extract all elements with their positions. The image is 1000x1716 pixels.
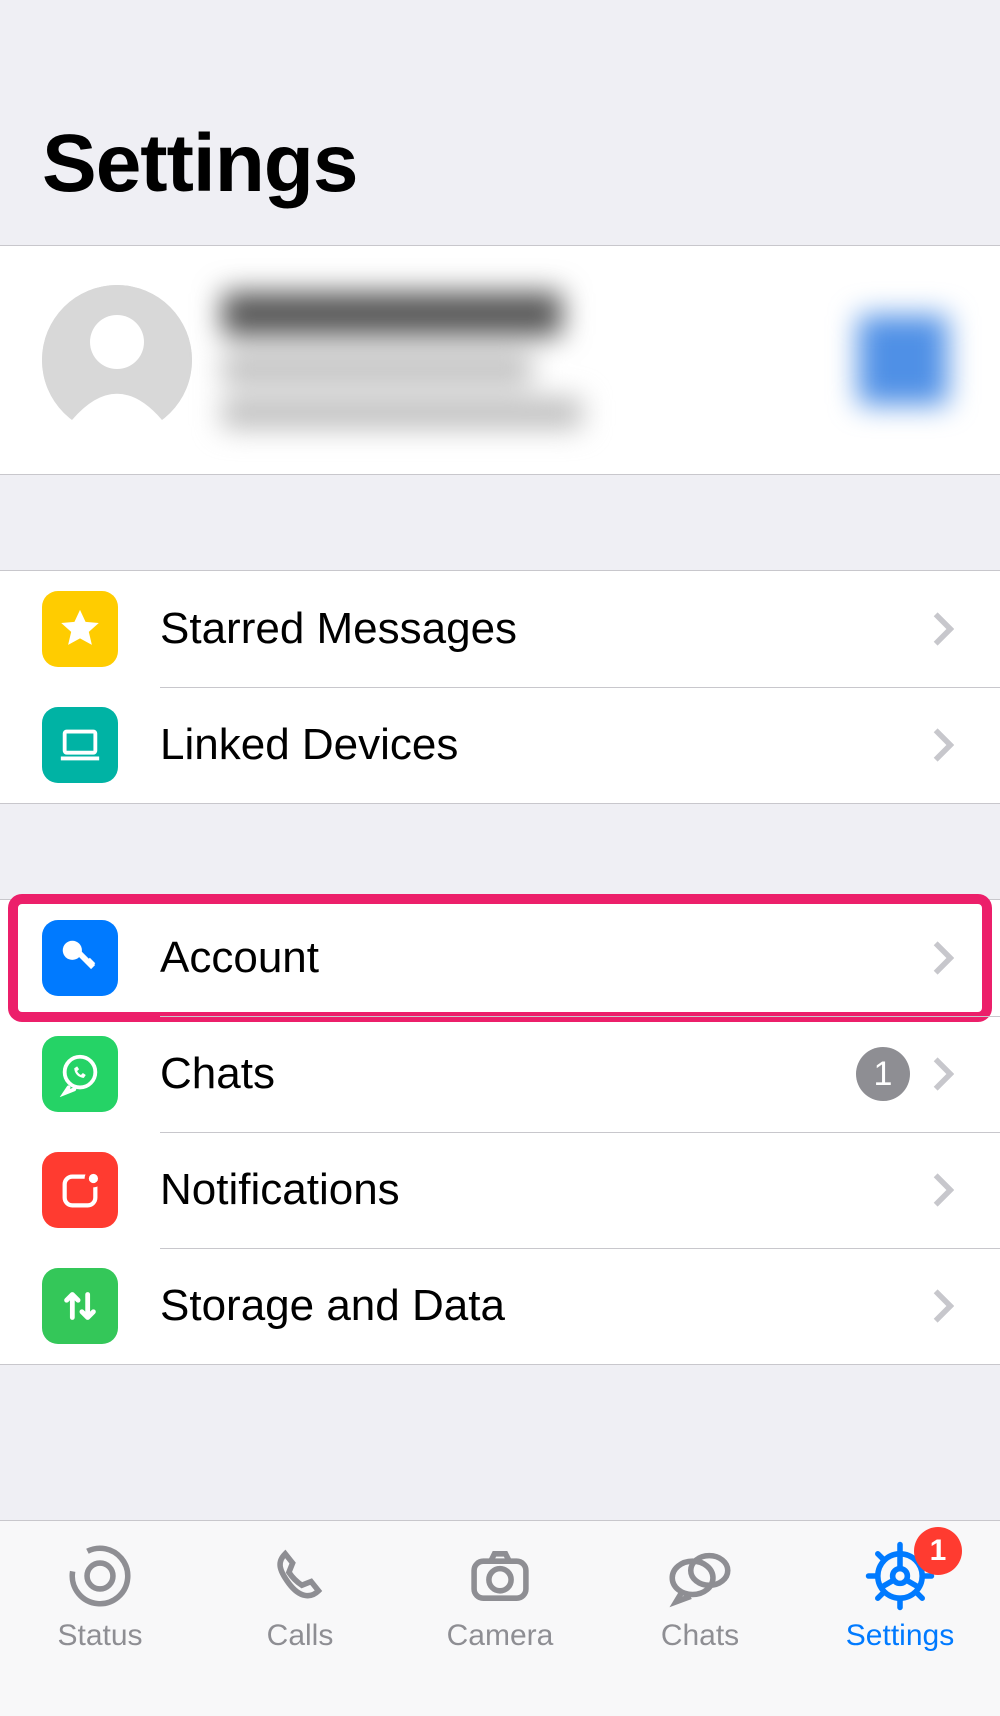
- row-label: Chats: [160, 1049, 856, 1099]
- tab-label: Status: [57, 1619, 142, 1653]
- laptop-icon: [42, 707, 118, 783]
- tab-badge: 1: [914, 1527, 962, 1575]
- tab-label: Camera: [447, 1619, 554, 1653]
- page-title: Settings: [42, 117, 357, 211]
- row-storage-and-data[interactable]: Storage and Data: [0, 1248, 1000, 1364]
- arrows-icon: [42, 1268, 118, 1344]
- avatar: [42, 285, 192, 435]
- row-label: Starred Messages: [160, 604, 928, 654]
- notification-icon: [42, 1152, 118, 1228]
- badge-count: 1: [856, 1047, 910, 1101]
- tab-label: Calls: [267, 1619, 334, 1653]
- tab-settings[interactable]: Settings 1: [800, 1521, 1000, 1716]
- tab-bar: Status Calls Camera Chats Settings 1: [0, 1520, 1000, 1716]
- tab-status[interactable]: Status: [0, 1521, 200, 1716]
- tab-camera[interactable]: Camera: [400, 1521, 600, 1716]
- whatsapp-icon: [42, 1036, 118, 1112]
- tab-label: Chats: [661, 1619, 739, 1653]
- profile-section: [0, 245, 1000, 475]
- row-label: Account: [160, 933, 928, 983]
- settings-group-2: Account Chats 1 Notifications Storage an…: [0, 899, 1000, 1365]
- row-account[interactable]: Account: [0, 900, 1000, 1016]
- chevron-right-icon: [928, 720, 958, 770]
- row-label: Linked Devices: [160, 720, 928, 770]
- chevron-right-icon: [928, 1049, 958, 1099]
- row-starred-messages[interactable]: Starred Messages: [0, 571, 1000, 687]
- row-linked-devices[interactable]: Linked Devices: [0, 687, 1000, 803]
- row-notifications[interactable]: Notifications: [0, 1132, 1000, 1248]
- profile-text-obscured: [222, 292, 858, 428]
- page-header: Settings: [0, 0, 1000, 245]
- tab-label: Settings: [846, 1619, 954, 1653]
- chevron-right-icon: [928, 1281, 958, 1331]
- row-label: Storage and Data: [160, 1281, 928, 1331]
- row-label: Notifications: [160, 1165, 928, 1215]
- star-icon: [42, 591, 118, 667]
- section-gap: [0, 804, 1000, 899]
- chevron-right-icon: [928, 1165, 958, 1215]
- chevron-right-icon: [928, 933, 958, 983]
- row-chats[interactable]: Chats 1: [0, 1016, 1000, 1132]
- section-gap: [0, 475, 1000, 570]
- qr-code-icon[interactable]: [858, 315, 948, 405]
- profile-row[interactable]: [0, 246, 1000, 474]
- chevron-right-icon: [928, 604, 958, 654]
- tab-calls[interactable]: Calls: [200, 1521, 400, 1716]
- tab-chats[interactable]: Chats: [600, 1521, 800, 1716]
- key-icon: [42, 920, 118, 996]
- settings-group-1: Starred Messages Linked Devices: [0, 570, 1000, 804]
